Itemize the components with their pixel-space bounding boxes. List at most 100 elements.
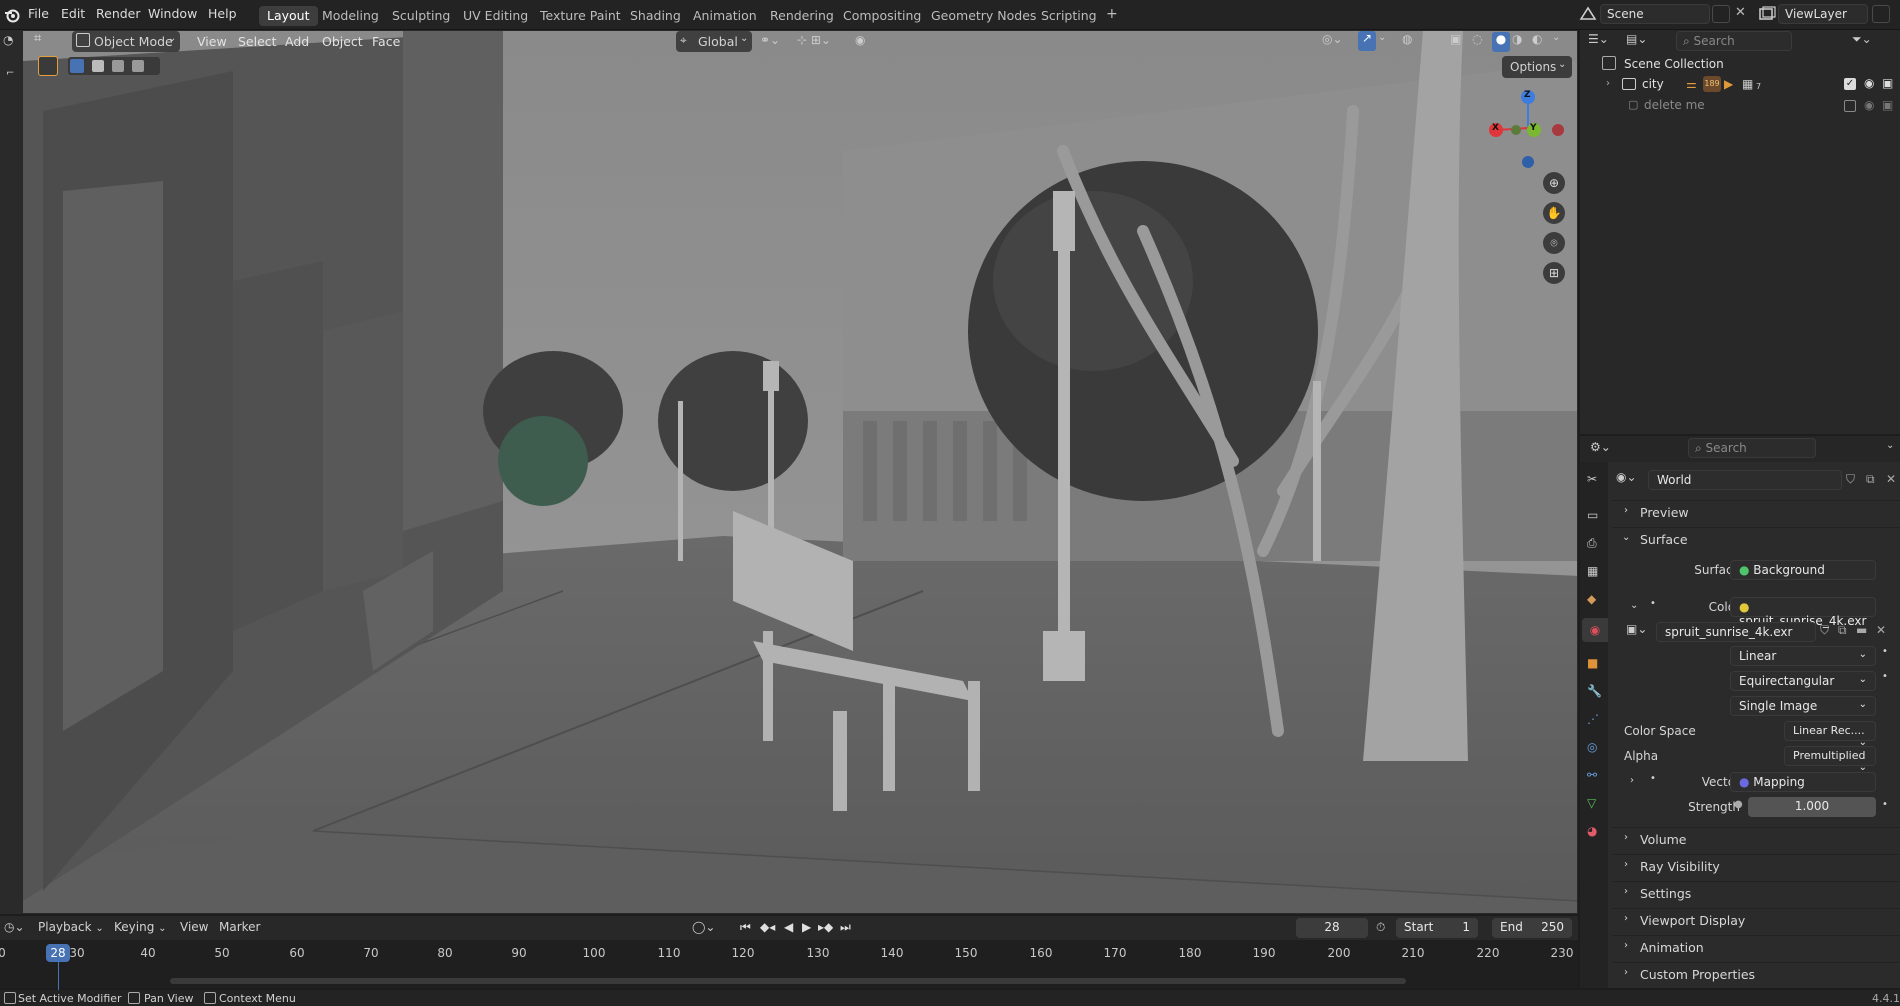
prev-keyframe-icon[interactable]: ◆◂ [760,920,775,934]
select-invert-icon[interactable] [132,60,144,72]
scene-collection-label[interactable]: Scene Collection [1624,57,1724,71]
playback-menu[interactable]: Playback ⌄ [38,920,108,938]
solid-shading-icon[interactable]: ● [1492,32,1510,52]
panel-preview[interactable]: › Preview [1612,500,1900,524]
overlay-icon[interactable]: ◍ [1402,32,1422,52]
chevron-down-icon[interactable]: ⌄ [1378,32,1392,52]
render-camera-icon[interactable]: ▣ [1882,98,1893,112]
surface-shader-field[interactable]: ● Background [1730,560,1876,580]
strength-field[interactable]: 1.000 [1748,797,1876,817]
view-layer-tab-icon[interactable]: ▦ [1587,564,1598,578]
eye-icon[interactable]: ◉ [1864,98,1874,112]
duplicate-icon[interactable]: ⧉ [1838,623,1847,638]
eye-icon[interactable]: ◉ [1864,76,1874,90]
start-frame-field[interactable]: Start 1 [1396,918,1478,938]
select-tool-icon[interactable] [38,56,58,76]
new-view-layer-icon[interactable] [1872,5,1890,23]
panel-animation[interactable]: › Animation [1612,935,1900,959]
snap-icon[interactable]: ⊹ ⊞⌄ [797,33,847,51]
editor-type-icon[interactable]: ◔ [3,33,19,49]
panel-viewport-display[interactable]: › Viewport Display [1612,908,1900,932]
new-collection-icon[interactable] [1882,32,1898,52]
tab-uv-editing[interactable]: UV Editing [455,6,536,26]
outliner-editor-icon[interactable]: ☰⌄ [1588,32,1616,52]
viewport-menu-face[interactable]: Face [366,32,406,53]
color-space-dropdown[interactable]: Linear Rec.... ⌄ [1784,721,1876,748]
view-layer-icon[interactable] [1757,4,1777,24]
play-icon[interactable]: ▶ [802,920,811,934]
menu-file[interactable]: File [28,6,49,21]
keying-menu[interactable]: Keying ⌄ [114,920,174,938]
particles-tab-icon[interactable]: ⋰ [1587,712,1599,726]
remove-scene-icon[interactable]: ✕ [1735,5,1751,23]
exclude-checkbox[interactable] [1844,100,1856,112]
tool-tab-icon[interactable]: ✂ [1587,472,1597,486]
physics-tab-icon[interactable]: ◎ [1587,740,1597,754]
render-camera-icon[interactable]: ▣ [1882,76,1893,90]
tab-texture-paint[interactable]: Texture Paint [532,6,629,26]
fake-user-shield-icon[interactable]: ⛉ [1846,472,1855,487]
visibility-icon[interactable]: ◎⌄ [1322,32,1354,52]
timeline-menu-view[interactable]: View [180,920,208,934]
add-workspace-button[interactable]: + [1098,4,1126,24]
tab-shading[interactable]: Shading [622,6,689,26]
gizmo-toggle-icon[interactable]: ↗ [1358,31,1376,51]
unlink-icon[interactable]: ✕ [1886,472,1896,486]
filter-icon[interactable]: ⏷⌄ [1852,32,1878,52]
auto-keying-icon[interactable]: ◯⌄ [692,920,722,938]
world-tab-icon[interactable]: ◉ [1582,618,1608,642]
stopwatch-icon[interactable]: ⏱ [1376,920,1385,935]
open-folder-icon[interactable]: ▬ [1856,623,1867,637]
outliner-item-city[interactable]: city [1642,77,1664,91]
jump-start-icon[interactable]: ⏮ [740,920,751,935]
material-tab-icon[interactable]: ◕ [1587,824,1597,838]
properties-editor-icon[interactable]: ⚙⌄ [1590,440,1620,458]
blender-logo-icon[interactable] [4,7,20,23]
output-tab-icon[interactable]: ⎙ [1587,536,1597,551]
constraints-tab-icon[interactable]: ⚯ [1587,768,1597,782]
zoom-icon[interactable]: ⊕ [1543,172,1565,194]
tab-layout[interactable]: Layout [259,6,318,26]
duplicate-icon[interactable]: ⧉ [1866,472,1875,487]
data-tab-icon[interactable]: ▽ [1587,796,1596,810]
playhead-marker[interactable]: 28 [46,944,70,962]
rendered-shading-icon[interactable]: ◐ [1532,32,1550,52]
unlink-icon[interactable]: ✕ [1876,623,1886,637]
tab-compositing[interactable]: Compositing [835,6,929,26]
tab-rendering[interactable]: Rendering [762,6,842,26]
select-new-icon[interactable] [70,59,84,73]
outliner-item-delete-me[interactable]: delete me [1644,98,1705,112]
chevron-down-icon[interactable]: ⌄ [1552,32,1566,52]
panel-ray-visibility[interactable]: › Ray Visibility [1612,854,1900,878]
chevron-down-icon[interactable]: ⌄ [1886,440,1898,458]
jump-end-icon[interactable]: ⏭ [840,920,851,935]
panel-custom-properties[interactable]: › Custom Properties [1612,962,1900,986]
scene-icon[interactable] [1578,4,1598,24]
tab-modeling[interactable]: Modeling [314,6,387,26]
menu-render[interactable]: Render [96,6,141,21]
object-tab-icon[interactable]: ■ [1587,656,1598,670]
current-frame-field[interactable]: 28 [1296,918,1368,938]
tab-sculpting[interactable]: Sculpting [384,6,458,26]
options-button[interactable]: Options ⌄ [1502,56,1572,78]
render-tab-icon[interactable]: ▭ [1587,508,1598,522]
display-mode-icon[interactable]: ▤⌄ [1626,32,1654,52]
tab-geometry-nodes[interactable]: Geometry Nodes [923,6,1044,26]
color-input-field[interactable]: ● spruit_sunrise_4k.exr [1730,597,1876,628]
viewport-menu-object[interactable]: Object [316,32,369,53]
exclude-checkbox[interactable]: ✓ [1844,78,1856,90]
panel-surface[interactable]: ⌄ Surface [1612,527,1900,551]
world-icon[interactable]: ◉⌄ [1616,470,1646,490]
world-name-field[interactable]: World [1648,470,1842,490]
menu-edit[interactable]: Edit [61,6,85,21]
tab-animation[interactable]: Animation [685,6,765,26]
mode-dropdown[interactable]: Object Mode ⌄ [72,31,180,52]
modifier-tab-icon[interactable]: 🔧 [1587,684,1602,698]
toolbar-toggle-icon[interactable]: ⌐ [6,68,16,82]
menu-help[interactable]: Help [208,6,237,21]
scene-tab-icon[interactable]: ◆ [1587,592,1596,606]
chevron-right-icon[interactable]: › [1630,775,1634,786]
camera-view-icon[interactable]: ⌾ [1543,232,1565,254]
scene-field[interactable]: Scene [1600,4,1710,24]
pivot-point-icon[interactable]: ⚭⌄ [760,33,790,51]
